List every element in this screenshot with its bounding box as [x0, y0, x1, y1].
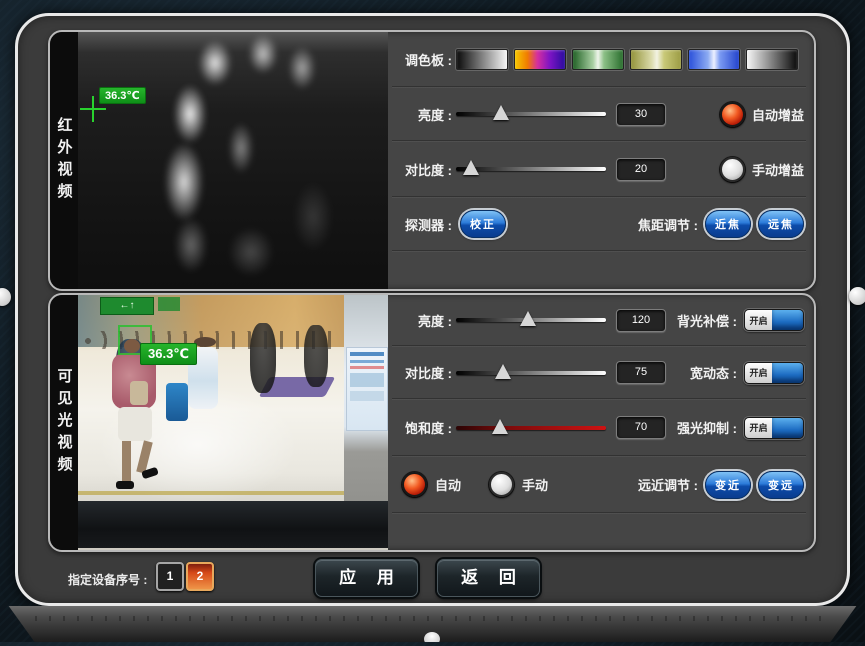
backlight-toggle[interactable]: 开启	[744, 309, 804, 331]
focus-adjust-label: 焦距调节 :	[638, 215, 698, 234]
vis-contrast-label: 对比度 :	[388, 363, 452, 382]
infrared-side-label: 红外视频	[54, 117, 75, 205]
stand-base	[0, 606, 865, 642]
woman-head	[194, 337, 216, 347]
detector-label: 探测器 :	[388, 215, 452, 234]
wdr-toggle-state: 开启	[745, 363, 772, 383]
right-edge-knob	[849, 287, 865, 305]
man-leg	[122, 441, 131, 483]
ir-brightness-value[interactable]: 30	[616, 103, 666, 126]
man-shoe	[116, 481, 134, 489]
man-shorts	[118, 407, 152, 441]
zoom-far-button[interactable]: 变远	[758, 471, 804, 499]
dark-mat	[78, 501, 388, 548]
visible-panel: 可见光视频 ←↑	[48, 293, 816, 552]
palette-swatches	[456, 49, 798, 70]
visible-video-feed: ←↑	[78, 295, 388, 550]
device-1-button[interactable]: 1	[156, 562, 184, 591]
thermal-video-feed: 36.3℃	[78, 32, 388, 289]
thermal-figure	[228, 227, 274, 277]
palette-label: 调色板 :	[388, 50, 452, 69]
palette-white-hot-swatch[interactable]	[456, 49, 508, 70]
far-focus-button[interactable]: 远焦	[758, 210, 804, 238]
zoom-adjust-label: 远近调节 :	[638, 475, 698, 494]
thermal-temp-badge: 36.3℃	[99, 87, 146, 104]
manual-gain-radio[interactable]	[720, 157, 745, 182]
device-screen: 红外视频 36.3℃	[0, 0, 865, 642]
visible-controls: 亮度 : 120 背光补偿 : 开启	[388, 295, 814, 550]
thermal-figure	[164, 142, 204, 222]
visible-side-label: 可见光视频	[54, 368, 75, 478]
palette-rainbow-swatch[interactable]	[514, 49, 566, 70]
hlc-toggle-state: 开启	[745, 418, 772, 438]
wdr-label: 宽动态 :	[690, 363, 737, 382]
green-sign-small	[158, 297, 180, 311]
auto-gain-radio[interactable]	[720, 102, 745, 127]
saturation-slider[interactable]	[456, 418, 606, 438]
auto-gain-label: 自动增益	[752, 105, 804, 124]
stand-vent-ticks	[35, 616, 831, 621]
thermal-figure	[174, 217, 208, 273]
auto-mode-label: 自动	[435, 475, 461, 494]
auto-mode-radio[interactable]	[402, 472, 427, 497]
person-dark	[250, 323, 276, 393]
vis-brightness-label: 亮度 :	[388, 311, 452, 330]
visible-side-strip: 可见光视频	[50, 295, 78, 550]
manual-gain-label: 手动增益	[752, 160, 804, 179]
infrared-side-strip: 红外视频	[50, 32, 78, 289]
apply-button[interactable]: 应 用	[315, 559, 418, 597]
ir-contrast-label: 对比度 :	[388, 160, 452, 179]
palette-black-hot-swatch[interactable]	[746, 49, 798, 70]
thermal-figure	[288, 46, 316, 90]
wdr-toggle[interactable]: 开启	[744, 362, 804, 384]
zoom-near-button[interactable]: 变近	[705, 471, 751, 499]
infrared-panel: 红外视频 36.3℃	[48, 30, 816, 291]
thermal-figure	[293, 182, 333, 252]
device-number-label: 指定设备序号 :	[68, 571, 147, 588]
manual-mode-radio[interactable]	[489, 472, 514, 497]
pillar-ad	[346, 347, 388, 431]
visible-temp-badge: 36.3℃	[140, 343, 197, 365]
back-button[interactable]: 返 回	[437, 559, 540, 597]
stand-notch	[424, 632, 440, 646]
backlight-label: 背光补偿 :	[677, 311, 737, 330]
palette-blue-swatch[interactable]	[688, 49, 740, 70]
thermal-figure	[198, 40, 232, 86]
vis-contrast-value[interactable]: 75	[616, 361, 666, 384]
vis-brightness-value[interactable]: 120	[616, 309, 666, 332]
caution-line	[78, 491, 344, 495]
backlight-toggle-state: 开启	[745, 310, 772, 330]
thermal-figure	[173, 84, 207, 144]
palette-yellow-green-swatch[interactable]	[630, 49, 682, 70]
vis-contrast-slider[interactable]	[456, 363, 606, 383]
saturation-label: 饱和度 :	[388, 418, 452, 437]
exit-sign: ←↑	[100, 297, 154, 315]
ir-contrast-value[interactable]: 20	[616, 158, 666, 181]
left-edge-knob	[0, 288, 11, 306]
vis-brightness-slider[interactable]	[456, 310, 606, 330]
hlc-toggle[interactable]: 开启	[744, 417, 804, 439]
saturation-value[interactable]: 70	[616, 416, 666, 439]
ir-brightness-slider[interactable]	[456, 104, 606, 124]
thermal-figure	[228, 122, 254, 174]
palette-green-swatch[interactable]	[572, 49, 624, 70]
ir-brightness-label: 亮度 :	[388, 105, 452, 124]
blue-suitcase	[166, 383, 188, 421]
device-2-button[interactable]: 2	[186, 562, 214, 591]
man-bag	[130, 381, 148, 405]
hlc-label: 强光抑制 :	[677, 418, 737, 437]
person-dark-2	[304, 325, 328, 387]
main-panel: 红外视频 36.3℃	[15, 13, 850, 606]
ir-contrast-slider[interactable]	[456, 159, 606, 179]
manual-mode-label: 手动	[522, 475, 548, 494]
calibrate-button[interactable]: 校正	[460, 210, 506, 238]
thermal-figure	[248, 34, 278, 74]
near-focus-button[interactable]: 近焦	[705, 210, 751, 238]
infrared-controls: 调色板 : 亮度 :	[388, 32, 814, 289]
